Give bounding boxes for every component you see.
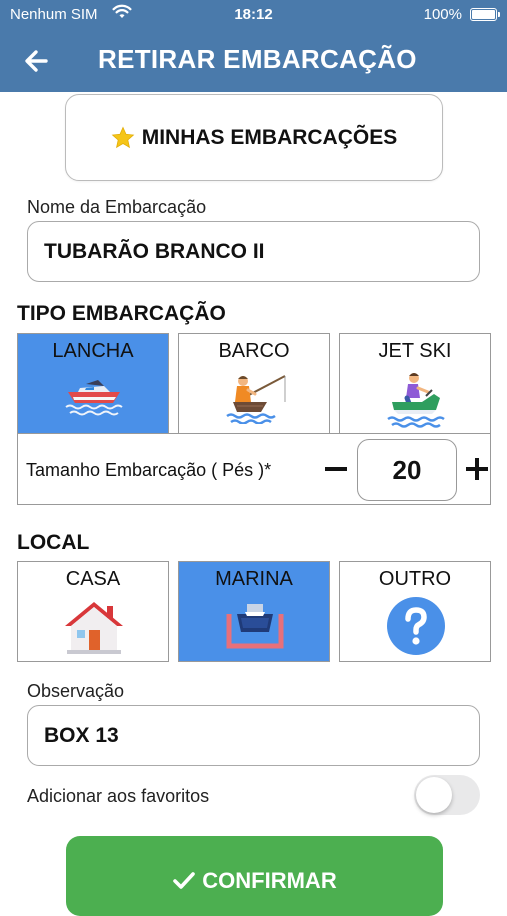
location-marina-label: MARINA (215, 568, 293, 590)
location-casa[interactable]: CASA (17, 561, 169, 662)
boat-type-barco-label: BARCO (218, 340, 290, 362)
observation-label: Observação (27, 681, 125, 701)
toggle-knob (416, 777, 452, 813)
app-header: RETIRAR EMBARCAÇÃO (0, 30, 507, 92)
boat-name-label: Nome da Embarcação (27, 197, 207, 217)
favorite-toggle-label: Adicionar aos favoritos (27, 786, 210, 806)
boat-type-title: TIPO EMBARCAÇÃO (17, 302, 226, 325)
confirm-label: CONFIRMAR (202, 868, 337, 893)
location-casa-label: CASA (65, 568, 121, 590)
boat-type-lancha[interactable]: LANCHA (17, 333, 169, 434)
battery-percent: 100% (423, 6, 462, 23)
minus-icon[interactable] (323, 452, 349, 486)
boat-size-row: Tamanho Embarcação ( Pés )* 20 (17, 433, 491, 505)
check-icon (173, 872, 196, 889)
page-title: RETIRAR EMBARCAÇÃO (98, 44, 417, 74)
boat-type-barco[interactable]: BARCO (178, 333, 330, 434)
boat-type-jet-ski-label: JET SKI (378, 340, 452, 362)
battery-icon (470, 8, 497, 21)
favorite-toggle[interactable] (414, 775, 480, 815)
my-boats-label: MINHAS EMBARCAÇÕES (141, 125, 398, 149)
arrow-left-icon[interactable] (22, 44, 58, 78)
boat-type-lancha-label: LANCHA (52, 340, 134, 362)
my-boats-button[interactable]: MINHAS EMBARCAÇÕES (65, 94, 443, 181)
boat-name-input[interactable]: TUBARÃO BRANCO II (27, 221, 480, 282)
plus-icon[interactable] (464, 452, 490, 486)
battery-tip (498, 12, 500, 17)
boat-type-jet-ski[interactable]: JET SKI (339, 333, 491, 434)
boat-size-value[interactable]: 20 (357, 439, 457, 501)
location-title: LOCAL (17, 531, 90, 554)
location-outro-label: OUTRO (378, 568, 452, 590)
confirm-button[interactable]: CONFIRMAR (66, 836, 443, 916)
boat-size-label: Tamanho Embarcação ( Pés )* (26, 460, 272, 480)
location-outro[interactable]: OUTRO (339, 561, 491, 662)
status-bar: Nenhum SIM 18:12 100% (0, 0, 507, 30)
star-icon (111, 126, 135, 150)
location-marina[interactable]: MARINA (178, 561, 330, 662)
observation-input[interactable]: BOX 13 (27, 705, 480, 766)
